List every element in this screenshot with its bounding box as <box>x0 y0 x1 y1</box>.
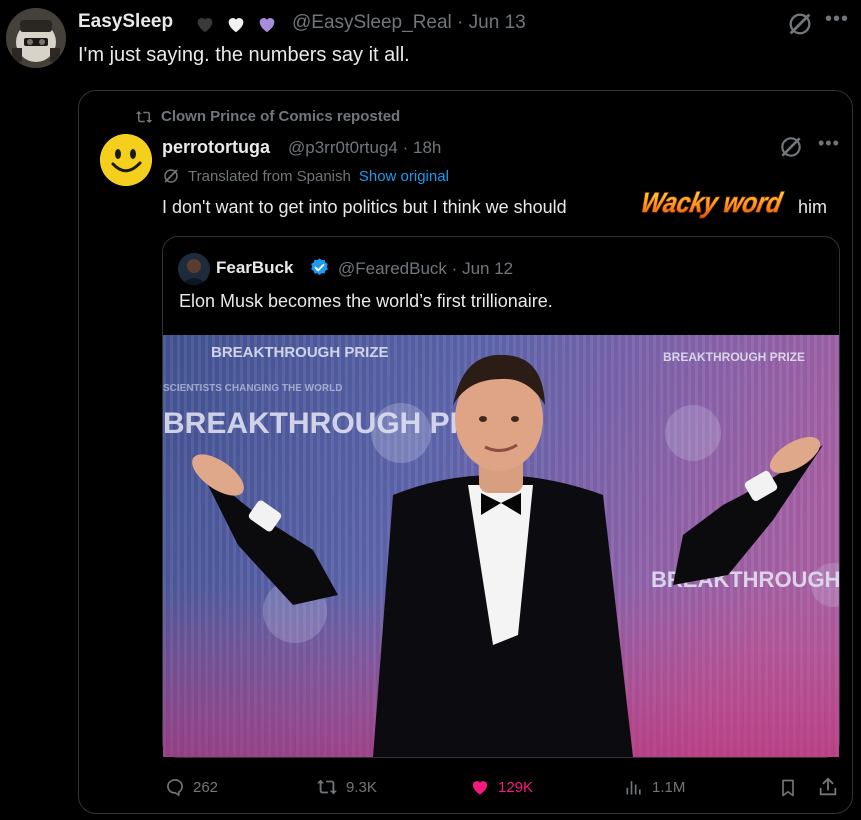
translated-label: Translated from Spanish <box>188 167 351 185</box>
views-button[interactable]: 1.1M <box>624 777 685 797</box>
post-photo[interactable]: BREAKTHROUGH PRIZE SCIENTISTS CHANGING T… <box>163 335 839 757</box>
reply-icon <box>167 779 183 797</box>
translation-notice: Translated from Spanish Show original <box>162 167 449 185</box>
backdrop-text: SCIENTISTS CHANGING THE WORLD <box>163 383 342 394</box>
view-count: 1.1M <box>652 778 686 796</box>
post-text: I'm just saying. the numbers say it all. <box>78 44 410 66</box>
avatar[interactable] <box>100 134 152 186</box>
more-icon[interactable]: ••• <box>825 8 849 31</box>
post-date[interactable]: Jun 13 <box>469 12 526 33</box>
show-original-link[interactable]: Show original <box>359 168 449 185</box>
verified-badge-icon <box>311 258 328 275</box>
quoted-post-text: Elon Musk becomes the world’s first tril… <box>179 291 553 311</box>
handle-and-date: @EasySleep_Real · Jun 13 <box>292 12 526 34</box>
reply-button[interactable]: 262 <box>165 777 218 797</box>
repost-icon <box>316 779 338 795</box>
display-name[interactable]: EasySleep <box>78 11 173 33</box>
wacky-word-sticker: Wacky word <box>638 185 787 218</box>
repost-button[interactable]: 9.3K <box>316 777 377 797</box>
handle[interactable]: @EasySleep_Real <box>292 12 452 33</box>
backdrop-text: BREAKTHROUGH PRIZE <box>663 350 805 364</box>
white-heart-icon <box>228 18 244 33</box>
handle-and-date: @FearedBuck · Jun 12 <box>338 259 513 279</box>
handle-and-date: @p3rr0t0rtug4 · 18h <box>288 138 441 158</box>
post-date[interactable]: Jun 12 <box>462 259 513 278</box>
grok-icon[interactable] <box>786 10 814 38</box>
avatar[interactable] <box>178 253 210 285</box>
reply-count: 262 <box>193 778 219 796</box>
share-button[interactable] <box>817 776 839 798</box>
post-age[interactable]: 18h <box>413 138 441 157</box>
repost-label: Clown Prince of Comics reposted <box>161 108 401 125</box>
purple-heart-icon <box>259 18 275 33</box>
separator: · <box>457 12 464 33</box>
svg-text:Wacky word: Wacky word <box>638 186 785 218</box>
separator: · <box>451 259 458 278</box>
like-button[interactable]: 129K <box>470 777 533 797</box>
share-icon <box>819 777 837 796</box>
grok-icon[interactable] <box>778 134 804 160</box>
separator: · <box>402 138 409 157</box>
display-name[interactable]: FearBuck <box>216 258 293 278</box>
repost-count: 9.3K <box>346 778 377 796</box>
grok-icon <box>164 169 178 183</box>
like-count: 129K <box>498 778 534 796</box>
repost-context[interactable]: Clown Prince of Comics reposted <box>135 108 400 125</box>
post-text-continued: him <box>798 197 828 217</box>
repost-icon <box>135 110 153 123</box>
liked-heart-icon <box>472 781 488 795</box>
handle[interactable]: @FearedBuck <box>338 259 447 278</box>
avatar[interactable] <box>6 8 66 68</box>
views-icon <box>626 781 641 795</box>
bookmark-icon <box>782 779 794 797</box>
backdrop-text: BREAKTHROUGH PRIZE <box>211 344 389 361</box>
display-name[interactable]: perrotortuga <box>162 137 270 158</box>
post-text: I don't want to get into politics but I … <box>162 197 567 217</box>
bookmark-button[interactable] <box>778 777 798 799</box>
handle[interactable]: @p3rr0t0rtug4 <box>288 138 398 157</box>
more-icon[interactable]: ••• <box>818 133 840 154</box>
black-heart-icon <box>197 18 213 33</box>
